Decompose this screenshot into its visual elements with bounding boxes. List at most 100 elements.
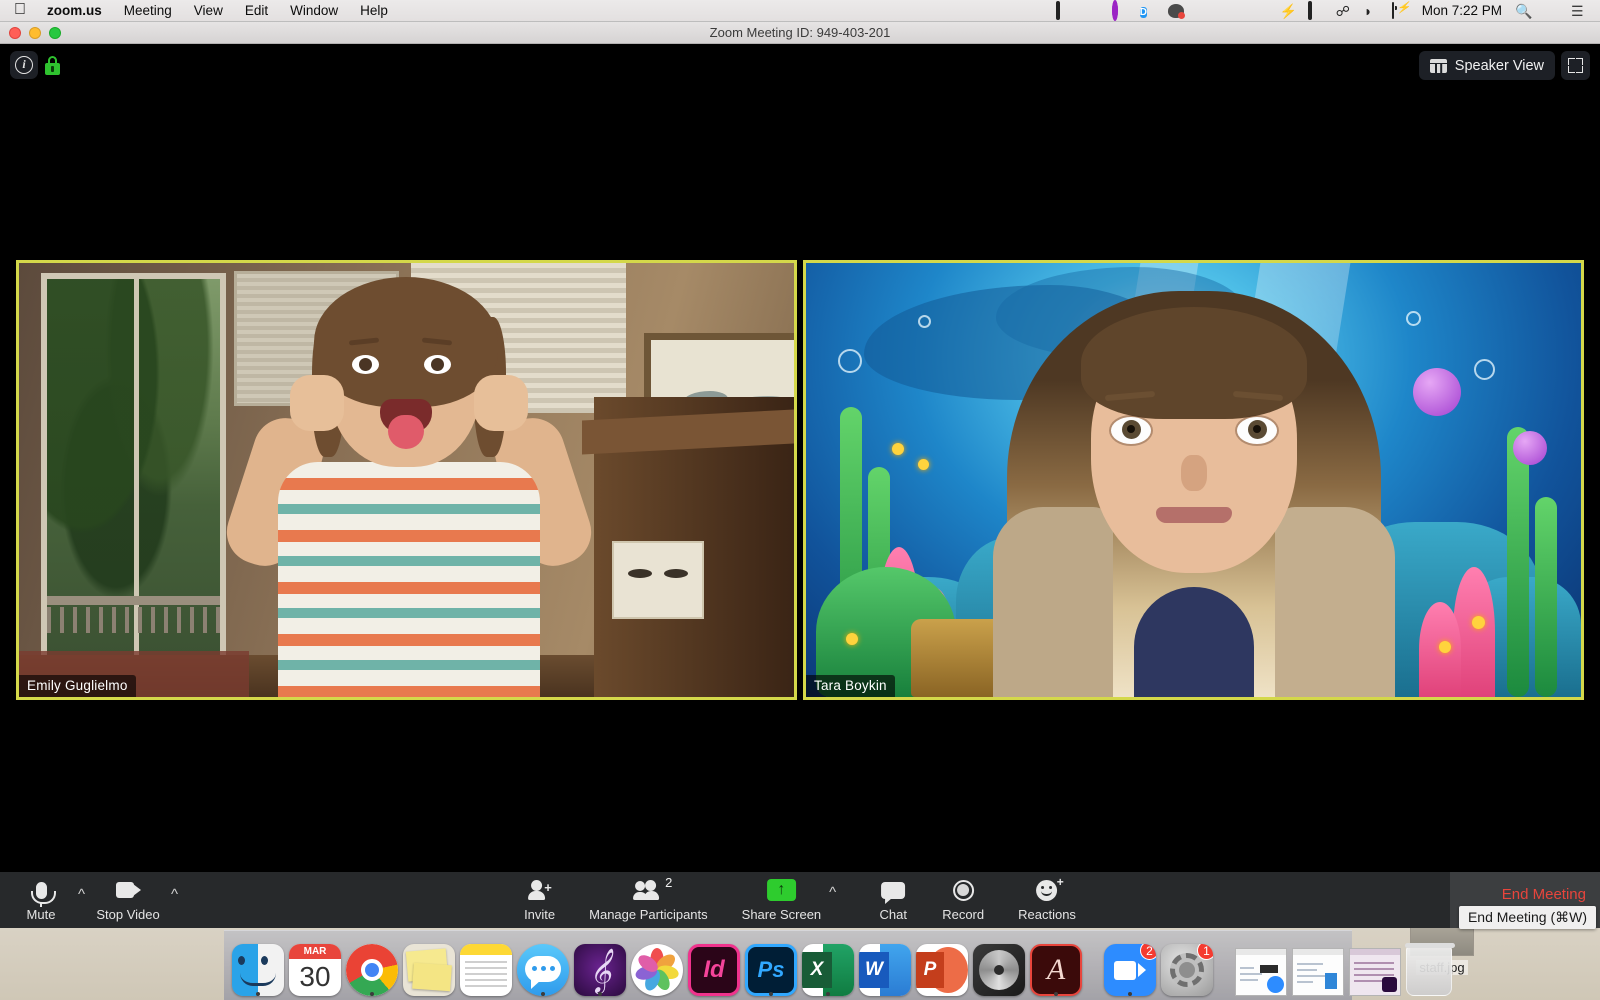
dock-item-zoom[interactable]: 2: [1104, 934, 1156, 996]
finder-icon: [232, 944, 284, 996]
menu-item-view[interactable]: View: [183, 3, 234, 18]
powerpoint-letter: P: [916, 952, 944, 988]
word-letter: W: [859, 952, 889, 988]
reactions-button[interactable]: + Reactions: [1018, 875, 1076, 923]
bluetooth-icon[interactable]: ☍: [1336, 3, 1353, 19]
share-options-chevron-up-icon[interactable]: ^: [821, 884, 844, 901]
dock-item-system-preferences[interactable]: 1: [1161, 934, 1213, 996]
dock-item-minimized-window-2[interactable]: [1292, 934, 1344, 996]
wifi-icon[interactable]: ◗: [1364, 3, 1381, 19]
trash-icon: [1405, 943, 1455, 996]
menu-item-zoom-us[interactable]: zoom.us: [36, 3, 113, 18]
manage-participants-label: Manage Participants: [589, 907, 708, 922]
menu-item-meeting[interactable]: Meeting: [113, 3, 183, 18]
screen-recording-icon[interactable]: [1055, 1, 1073, 20]
dock-item-indesign[interactable]: Id: [688, 934, 740, 996]
green-orb-icon[interactable]: [1196, 3, 1213, 18]
apple-menu-icon[interactable]: : [14, 1, 26, 18]
window-title: Zoom Meeting ID: 949-403-201: [709, 25, 891, 40]
meeting-info-button[interactable]: i: [10, 51, 38, 79]
chat-bubble-icon: [881, 881, 906, 904]
dock-item-word[interactable]: W: [859, 934, 911, 996]
excel-letter: X: [802, 952, 832, 988]
disk-utility-icon: [973, 944, 1025, 996]
dock-item-chrome[interactable]: [346, 934, 398, 996]
dock-item-minimized-window-1[interactable]: [1235, 934, 1287, 996]
adobe-acrobat-icon: A: [1030, 944, 1082, 996]
menu-item-window[interactable]: Window: [279, 3, 349, 18]
calendar-day-label: 30: [299, 961, 331, 992]
speaker-view-button[interactable]: Speaker View: [1418, 51, 1555, 80]
invite-button[interactable]: + Invite: [524, 878, 555, 922]
share-screen-button[interactable]: ↑ Share Screen: [742, 878, 821, 922]
minimize-window-button[interactable]: [29, 27, 41, 39]
dock-item-acrobat-reader[interactable]: A: [1030, 934, 1082, 996]
dock-item-photos[interactable]: [631, 934, 683, 996]
fastscripts-icon[interactable]: [1252, 3, 1269, 18]
messages-icon: [517, 944, 569, 996]
battery-charging-icon[interactable]: ⚡: [1391, 2, 1410, 19]
microsoft-word-icon: W: [859, 944, 911, 996]
macos-dock: MAR 30 𝄞 Id Ps X W P A 2 1: [224, 930, 1455, 1000]
garageband-icon: 𝄞: [574, 944, 626, 996]
close-window-button[interactable]: [9, 27, 21, 39]
dropbox-icon[interactable]: D: [1139, 3, 1157, 18]
menubar-clock[interactable]: Mon 7:22 PM: [1420, 3, 1504, 18]
zoom-app-icon: 2: [1104, 944, 1156, 996]
record-button[interactable]: Record: [942, 878, 984, 922]
zoom-badge-count: 2: [1140, 944, 1156, 960]
dock-item-photoshop[interactable]: Ps: [745, 934, 797, 996]
info-icon: i: [15, 56, 33, 74]
speaker-view-icon: [1429, 58, 1447, 73]
dock-item-calendar[interactable]: MAR 30: [289, 934, 341, 996]
microsoft-excel-icon: X: [802, 944, 854, 996]
system-preferences-icon: 1: [1161, 944, 1213, 996]
stacks-icon[interactable]: [1224, 3, 1241, 18]
stop-video-button[interactable]: Stop Video: [93, 878, 163, 922]
smiley-plus-icon: +: [1036, 875, 1064, 901]
window-traffic-lights: [9, 27, 61, 39]
chat-button[interactable]: Chat: [878, 878, 908, 922]
dock-item-messages[interactable]: [517, 934, 569, 996]
dock-item-excel[interactable]: X: [802, 934, 854, 996]
participant-name-label: Emily Guglielmo: [19, 675, 136, 697]
menu-item-help[interactable]: Help: [349, 3, 399, 18]
audio-options-chevron-up-icon[interactable]: ^: [70, 886, 93, 903]
enter-fullscreen-icon[interactable]: [1561, 51, 1590, 80]
speaker-view-label: Speaker View: [1454, 57, 1544, 74]
location-services-icon[interactable]: [1084, 3, 1101, 18]
siri-icon[interactable]: [1543, 3, 1560, 18]
participant-tile-emily[interactable]: Emily Guglielmo: [16, 260, 797, 700]
menu-item-edit[interactable]: Edit: [234, 3, 279, 18]
airplay-icon[interactable]: [1307, 1, 1325, 20]
spotlight-search-icon[interactable]: 🔍: [1515, 3, 1532, 19]
dock-item-notes[interactable]: [460, 934, 512, 996]
end-meeting-label: End Meeting: [1501, 886, 1586, 903]
dock-item-disk-utility[interactable]: [973, 934, 1025, 996]
video-camera-icon: [115, 882, 141, 898]
adobe-indesign-icon: Id: [688, 944, 740, 996]
dock-item-garageband[interactable]: 𝄞: [574, 934, 626, 996]
zoom-window-titlebar: Zoom Meeting ID: 949-403-201: [0, 22, 1600, 44]
encryption-lock-icon[interactable]: [45, 55, 60, 75]
mute-label: Mute: [26, 907, 56, 922]
bolt-icon[interactable]: ⚡: [1280, 3, 1297, 19]
minimized-window-icon: [1349, 948, 1401, 996]
dock-item-finder[interactable]: [232, 934, 284, 996]
stop-video-label: Stop Video: [96, 907, 160, 922]
microsoft-powerpoint-icon: P: [916, 944, 968, 996]
minimized-window-icon: [1235, 948, 1287, 996]
video-options-chevron-up-icon[interactable]: ^: [163, 886, 186, 903]
participant-tile-tara[interactable]: Tara Boykin: [803, 260, 1584, 700]
dock-item-trash[interactable]: [1405, 934, 1455, 996]
dock-item-minimized-window-3[interactable]: [1349, 934, 1401, 996]
dock-item-powerpoint[interactable]: P: [916, 934, 968, 996]
dock-item-stickies[interactable]: [403, 934, 455, 996]
notification-center-icon[interactable]: ☰: [1571, 3, 1588, 19]
app-icon[interactable]: [1167, 3, 1185, 19]
maximize-window-button[interactable]: [49, 27, 61, 39]
person-tara: [979, 267, 1409, 697]
manage-participants-button[interactable]: 2 Manage Participants: [589, 875, 708, 922]
circle-app-icon[interactable]: [1111, 0, 1129, 21]
mute-button[interactable]: Mute: [12, 878, 70, 922]
